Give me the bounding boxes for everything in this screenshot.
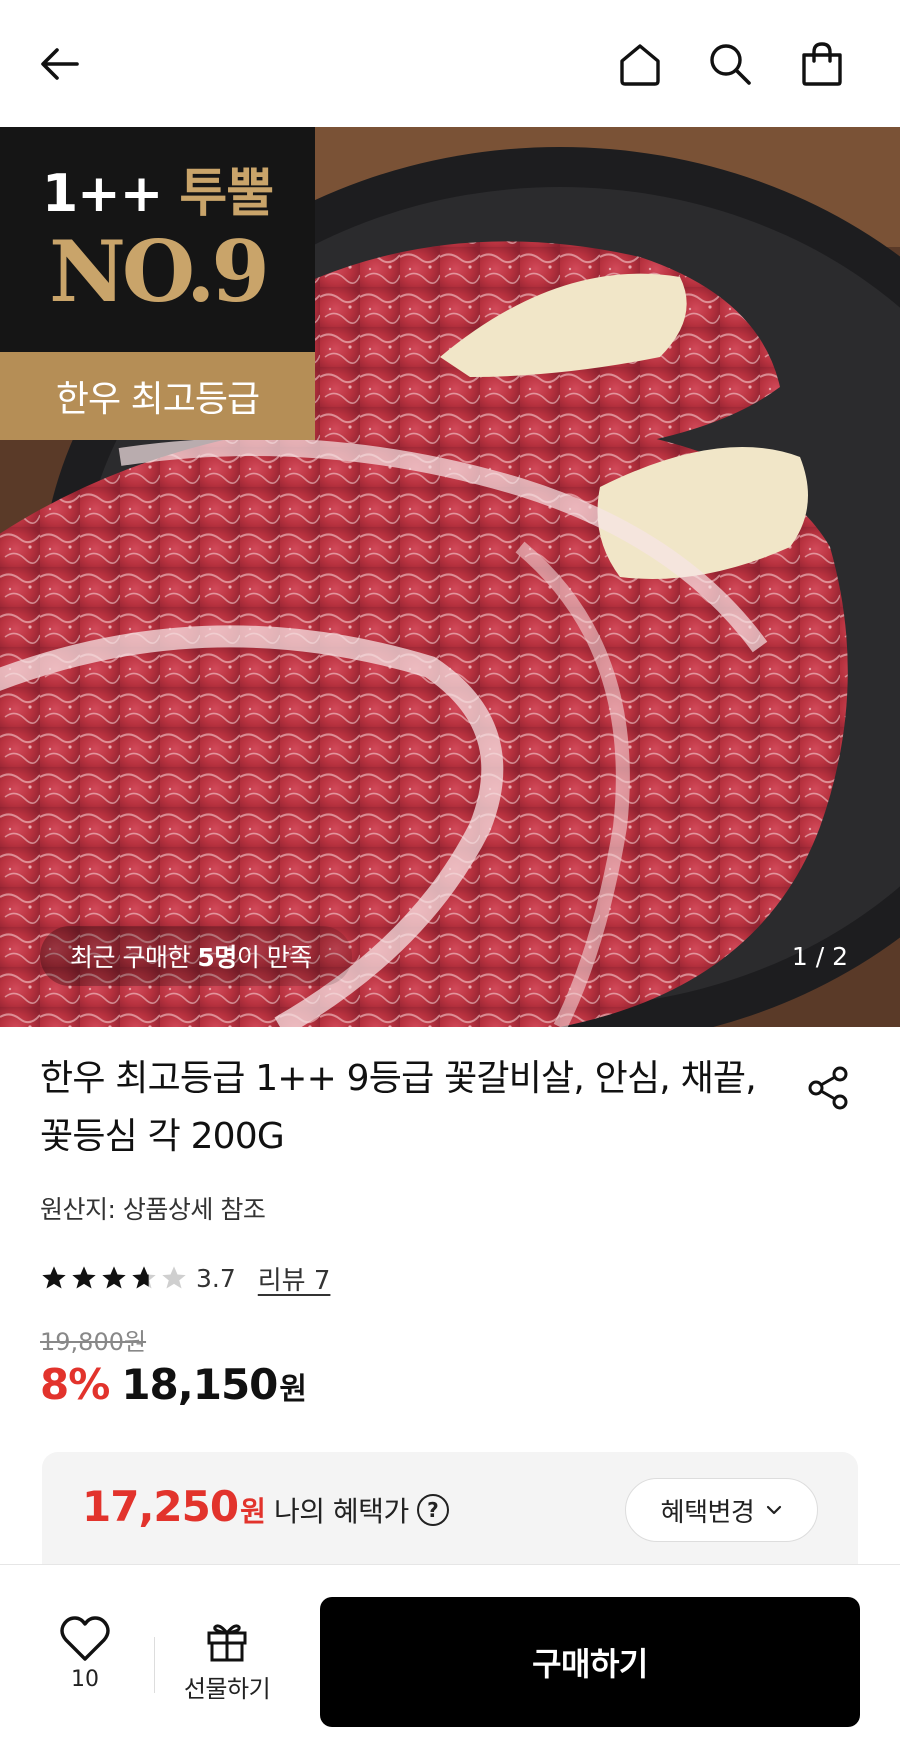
chevron-down-icon <box>767 1505 782 1515</box>
product-image-carousel[interactable]: 1++ 투뿔 NO.9 한우 최고등급 최근 구매한 5명 이 만족 1 / 2 <box>0 127 900 1027</box>
back-button[interactable] <box>32 36 88 92</box>
grade-word: 투뿔 <box>179 163 274 224</box>
gift-button[interactable]: 선물하기 <box>172 1619 282 1729</box>
star-full-icon <box>72 1266 96 1289</box>
rating-value: 3.7 <box>196 1263 236 1293</box>
price-row: 8% 18,150 원 <box>40 1360 307 1409</box>
satisfaction-prefix: 최근 구매한 <box>70 943 190 972</box>
bottom-action-bar: 10 선물하기 구매하기 <box>0 1564 900 1756</box>
product-title: 한우 최고등급 1++ 9등급 꽃갈비살, 안심, 채끝, 꽃등심 각 200G <box>40 1058 757 1157</box>
share-icon <box>808 1066 848 1110</box>
grade-badge-top: 1++ 투뿔 NO.9 <box>0 127 315 352</box>
star-full-icon <box>102 1266 126 1289</box>
benefit-change-button[interactable]: 혜택변경 <box>625 1478 818 1542</box>
gift-icon <box>207 1624 247 1662</box>
rating-row: 3.7 리뷰 7 <box>40 1258 330 1298</box>
grade-tagline: 한우 최고등급 <box>0 352 315 440</box>
search-button[interactable] <box>702 36 758 92</box>
origin-text: 원산지: 상품상세 참조 <box>40 1195 266 1224</box>
arrow-left-icon <box>41 48 79 80</box>
like-button[interactable]: 10 <box>40 1615 130 1725</box>
product-title-wrap: 한우 최고등급 1++ 9등급 꽃갈비살, 안심, 채끝, 꽃등심 각 200G <box>40 1050 790 1166</box>
image-pager: 1 / 2 <box>791 941 849 971</box>
grade-text: 1++ <box>41 163 163 224</box>
divider <box>154 1637 155 1693</box>
review-link[interactable]: 리뷰 7 <box>258 1260 331 1297</box>
like-count: 10 <box>71 1667 99 1692</box>
discount-rate: 8% <box>40 1360 110 1409</box>
sale-price: 18,150 <box>121 1360 278 1409</box>
satisfaction-count: 5명 <box>197 943 237 972</box>
home-button[interactable] <box>612 36 668 92</box>
sale-price-unit: 원 <box>279 1372 307 1407</box>
home-icon <box>620 44 660 86</box>
benefit-price-value: 17,250 <box>82 1482 239 1531</box>
share-button[interactable] <box>800 1060 856 1116</box>
gift-label: 선물하기 <box>183 1675 271 1703</box>
help-icon[interactable]: ? <box>416 1494 449 1526</box>
cart-button[interactable] <box>794 36 850 92</box>
benefit-price-unit: 원 <box>240 1495 266 1528</box>
benefit-price: 17,250원 <box>82 1482 266 1531</box>
buy-button[interactable]: 구매하기 <box>320 1597 860 1727</box>
shopping-bag-icon <box>802 42 842 86</box>
top-header <box>0 0 900 127</box>
star-full-icon <box>42 1266 66 1289</box>
satisfaction-suffix: 이 만족 <box>236 943 312 972</box>
benefit-label: 나의 혜택가 ? <box>274 1490 449 1530</box>
star-partial-icon <box>132 1266 156 1289</box>
star-empty-icon <box>162 1266 186 1289</box>
grade-badge: 1++ 투뿔 NO.9 한우 최고등급 <box>0 127 315 440</box>
satisfaction-pill: 최근 구매한 5명 이 만족 <box>40 926 352 986</box>
original-price: 19,800원 <box>40 1328 147 1356</box>
star-rating <box>40 1264 188 1292</box>
benefit-label-text: 나의 혜택가 <box>274 1495 409 1528</box>
rank-text: NO.9 <box>49 222 270 322</box>
grade-title: 1++ 투뿔 <box>41 163 274 225</box>
heart-icon <box>60 1616 110 1661</box>
search-icon <box>710 44 751 85</box>
benefit-change-label: 혜택변경 <box>660 1497 755 1528</box>
